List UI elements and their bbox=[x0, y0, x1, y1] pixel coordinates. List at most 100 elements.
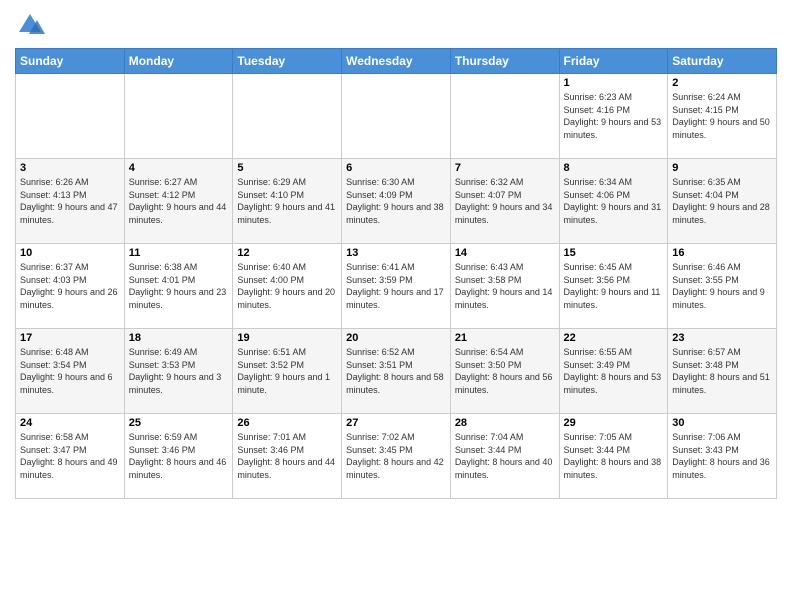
calendar-cell: 10 Sunrise: 6:37 AMSunset: 4:03 PMDayligh… bbox=[16, 244, 125, 329]
calendar-cell bbox=[233, 74, 342, 159]
day-number: 25 bbox=[129, 417, 229, 429]
day-number: 8 bbox=[564, 162, 664, 174]
calendar-cell: 26Sunrise: 7:01 AMSunset: 3:46 PMDayligh… bbox=[233, 414, 342, 499]
day-number: 23 bbox=[672, 332, 772, 344]
calendar-cell: 15 Sunrise: 6:45 AMSunset: 3:56 PMDayligh… bbox=[559, 244, 668, 329]
calendar-cell: 11 Sunrise: 6:38 AMSunset: 4:01 PMDayligh… bbox=[124, 244, 233, 329]
calendar-cell: 7Sunrise: 6:32 AMSunset: 4:07 PMDaylight… bbox=[450, 159, 559, 244]
day-number: 20 bbox=[346, 332, 446, 344]
day-header-saturday: Saturday bbox=[668, 49, 777, 74]
day-number: 11 bbox=[129, 247, 229, 259]
day-info: Sunrise: 6:23 AMSunset: 4:16 PMDaylight:… bbox=[564, 91, 664, 141]
day-number: 5 bbox=[237, 162, 337, 174]
day-number: 30 bbox=[672, 417, 772, 429]
calendar-cell: 4 Sunrise: 6:27 AMSunset: 4:12 PMDaylight… bbox=[124, 159, 233, 244]
day-info: Sunrise: 6:34 AMSunset: 4:06 PMDaylight:… bbox=[564, 176, 664, 226]
calendar-cell: 18 Sunrise: 6:49 AMSunset: 3:53 PMDayligh… bbox=[124, 329, 233, 414]
day-number: 1 bbox=[564, 77, 664, 89]
day-info: Sunrise: 7:05 AMSunset: 3:44 PMDaylight:… bbox=[564, 431, 664, 481]
calendar-cell: 2 Sunrise: 6:24 AMSunset: 4:15 PMDaylight… bbox=[668, 74, 777, 159]
calendar-cell: 12 Sunrise: 6:40 AMSunset: 4:00 PMDayligh… bbox=[233, 244, 342, 329]
day-info: Sunrise: 6:26 AMSunset: 4:13 PMDaylight:… bbox=[20, 176, 120, 226]
calendar-cell: 1 Sunrise: 6:23 AMSunset: 4:16 PMDaylight… bbox=[559, 74, 668, 159]
day-number: 24 bbox=[20, 417, 120, 429]
day-info: Sunrise: 7:04 AMSunset: 3:44 PMDaylight:… bbox=[455, 431, 555, 481]
day-info: Sunrise: 6:29 AMSunset: 4:10 PMDaylight:… bbox=[237, 176, 337, 226]
calendar-cell: 27 Sunrise: 7:02 AMSunset: 3:45 PMDayligh… bbox=[342, 414, 451, 499]
day-number: 7 bbox=[455, 162, 555, 174]
calendar-cell: 29 Sunrise: 7:05 AMSunset: 3:44 PMDayligh… bbox=[559, 414, 668, 499]
day-info: Sunrise: 6:54 AMSunset: 3:50 PMDaylight:… bbox=[455, 346, 555, 396]
calendar-cell: 22Sunrise: 6:55 AMSunset: 3:49 PMDayligh… bbox=[559, 329, 668, 414]
day-info: Sunrise: 6:48 AMSunset: 3:54 PMDaylight:… bbox=[20, 346, 120, 396]
day-header-sunday: Sunday bbox=[16, 49, 125, 74]
day-number: 13 bbox=[346, 247, 446, 259]
day-info: Sunrise: 6:45 AMSunset: 3:56 PMDaylight:… bbox=[564, 261, 664, 311]
day-info: Sunrise: 6:37 AMSunset: 4:03 PMDaylight:… bbox=[20, 261, 120, 311]
day-number: 9 bbox=[672, 162, 772, 174]
calendar-cell: 28 Sunrise: 7:04 AMSunset: 3:44 PMDayligh… bbox=[450, 414, 559, 499]
calendar-cell bbox=[16, 74, 125, 159]
day-info: Sunrise: 6:43 AMSunset: 3:58 PMDaylight:… bbox=[455, 261, 555, 311]
day-number: 18 bbox=[129, 332, 229, 344]
day-number: 28 bbox=[455, 417, 555, 429]
day-number: 12 bbox=[237, 247, 337, 259]
calendar-cell: 9 Sunrise: 6:35 AMSunset: 4:04 PMDaylight… bbox=[668, 159, 777, 244]
day-info: Sunrise: 6:49 AMSunset: 3:53 PMDaylight:… bbox=[129, 346, 229, 396]
day-number: 27 bbox=[346, 417, 446, 429]
day-number: 17 bbox=[20, 332, 120, 344]
calendar-cell: 19 Sunrise: 6:51 AMSunset: 3:52 PMDayligh… bbox=[233, 329, 342, 414]
calendar-cell: 13 Sunrise: 6:41 AMSunset: 3:59 PMDayligh… bbox=[342, 244, 451, 329]
calendar-cell: 25 Sunrise: 6:59 AMSunset: 3:46 PMDayligh… bbox=[124, 414, 233, 499]
week-row-4: 17 Sunrise: 6:48 AMSunset: 3:54 PMDayligh… bbox=[16, 329, 777, 414]
day-number: 10 bbox=[20, 247, 120, 259]
logo bbox=[15, 10, 49, 40]
day-info: Sunrise: 6:38 AMSunset: 4:01 PMDaylight:… bbox=[129, 261, 229, 311]
day-info: Sunrise: 6:57 AMSunset: 3:48 PMDaylight:… bbox=[672, 346, 772, 396]
day-number: 6 bbox=[346, 162, 446, 174]
week-row-2: 3 Sunrise: 6:26 AMSunset: 4:13 PMDaylight… bbox=[16, 159, 777, 244]
day-number: 21 bbox=[455, 332, 555, 344]
day-info: Sunrise: 6:40 AMSunset: 4:00 PMDaylight:… bbox=[237, 261, 337, 311]
day-info: Sunrise: 7:01 AMSunset: 3:46 PMDaylight:… bbox=[237, 431, 337, 481]
calendar-cell: 20Sunrise: 6:52 AMSunset: 3:51 PMDayligh… bbox=[342, 329, 451, 414]
day-number: 16 bbox=[672, 247, 772, 259]
calendar-cell bbox=[450, 74, 559, 159]
day-header-tuesday: Tuesday bbox=[233, 49, 342, 74]
day-info: Sunrise: 7:02 AMSunset: 3:45 PMDaylight:… bbox=[346, 431, 446, 481]
day-info: Sunrise: 6:35 AMSunset: 4:04 PMDaylight:… bbox=[672, 176, 772, 226]
calendar-cell: 16 Sunrise: 6:46 AMSunset: 3:55 PMDayligh… bbox=[668, 244, 777, 329]
week-row-5: 24Sunrise: 6:58 AMSunset: 3:47 PMDayligh… bbox=[16, 414, 777, 499]
day-number: 15 bbox=[564, 247, 664, 259]
day-number: 3 bbox=[20, 162, 120, 174]
day-info: Sunrise: 6:27 AMSunset: 4:12 PMDaylight:… bbox=[129, 176, 229, 226]
day-info: Sunrise: 7:06 AMSunset: 3:43 PMDaylight:… bbox=[672, 431, 772, 481]
logo-icon bbox=[15, 10, 45, 40]
day-number: 4 bbox=[129, 162, 229, 174]
day-header-wednesday: Wednesday bbox=[342, 49, 451, 74]
calendar-cell: 21 Sunrise: 6:54 AMSunset: 3:50 PMDayligh… bbox=[450, 329, 559, 414]
page-container: SundayMondayTuesdayWednesdayThursdayFrid… bbox=[0, 0, 792, 504]
day-number: 2 bbox=[672, 77, 772, 89]
day-info: Sunrise: 6:59 AMSunset: 3:46 PMDaylight:… bbox=[129, 431, 229, 481]
header bbox=[15, 10, 777, 40]
day-header-thursday: Thursday bbox=[450, 49, 559, 74]
day-info: Sunrise: 6:51 AMSunset: 3:52 PMDaylight:… bbox=[237, 346, 337, 396]
day-info: Sunrise: 6:24 AMSunset: 4:15 PMDaylight:… bbox=[672, 91, 772, 141]
calendar-cell: 24Sunrise: 6:58 AMSunset: 3:47 PMDayligh… bbox=[16, 414, 125, 499]
day-number: 14 bbox=[455, 247, 555, 259]
day-info: Sunrise: 6:46 AMSunset: 3:55 PMDaylight:… bbox=[672, 261, 772, 311]
calendar-cell bbox=[124, 74, 233, 159]
day-header-friday: Friday bbox=[559, 49, 668, 74]
day-number: 29 bbox=[564, 417, 664, 429]
day-info: Sunrise: 6:30 AMSunset: 4:09 PMDaylight:… bbox=[346, 176, 446, 226]
calendar-header-row: SundayMondayTuesdayWednesdayThursdayFrid… bbox=[16, 49, 777, 74]
calendar-table: SundayMondayTuesdayWednesdayThursdayFrid… bbox=[15, 48, 777, 499]
day-number: 22 bbox=[564, 332, 664, 344]
calendar-cell: 8 Sunrise: 6:34 AMSunset: 4:06 PMDaylight… bbox=[559, 159, 668, 244]
calendar-cell: 17 Sunrise: 6:48 AMSunset: 3:54 PMDayligh… bbox=[16, 329, 125, 414]
day-number: 19 bbox=[237, 332, 337, 344]
calendar-cell bbox=[342, 74, 451, 159]
calendar-cell: 5 Sunrise: 6:29 AMSunset: 4:10 PMDaylight… bbox=[233, 159, 342, 244]
day-info: Sunrise: 6:41 AMSunset: 3:59 PMDaylight:… bbox=[346, 261, 446, 311]
